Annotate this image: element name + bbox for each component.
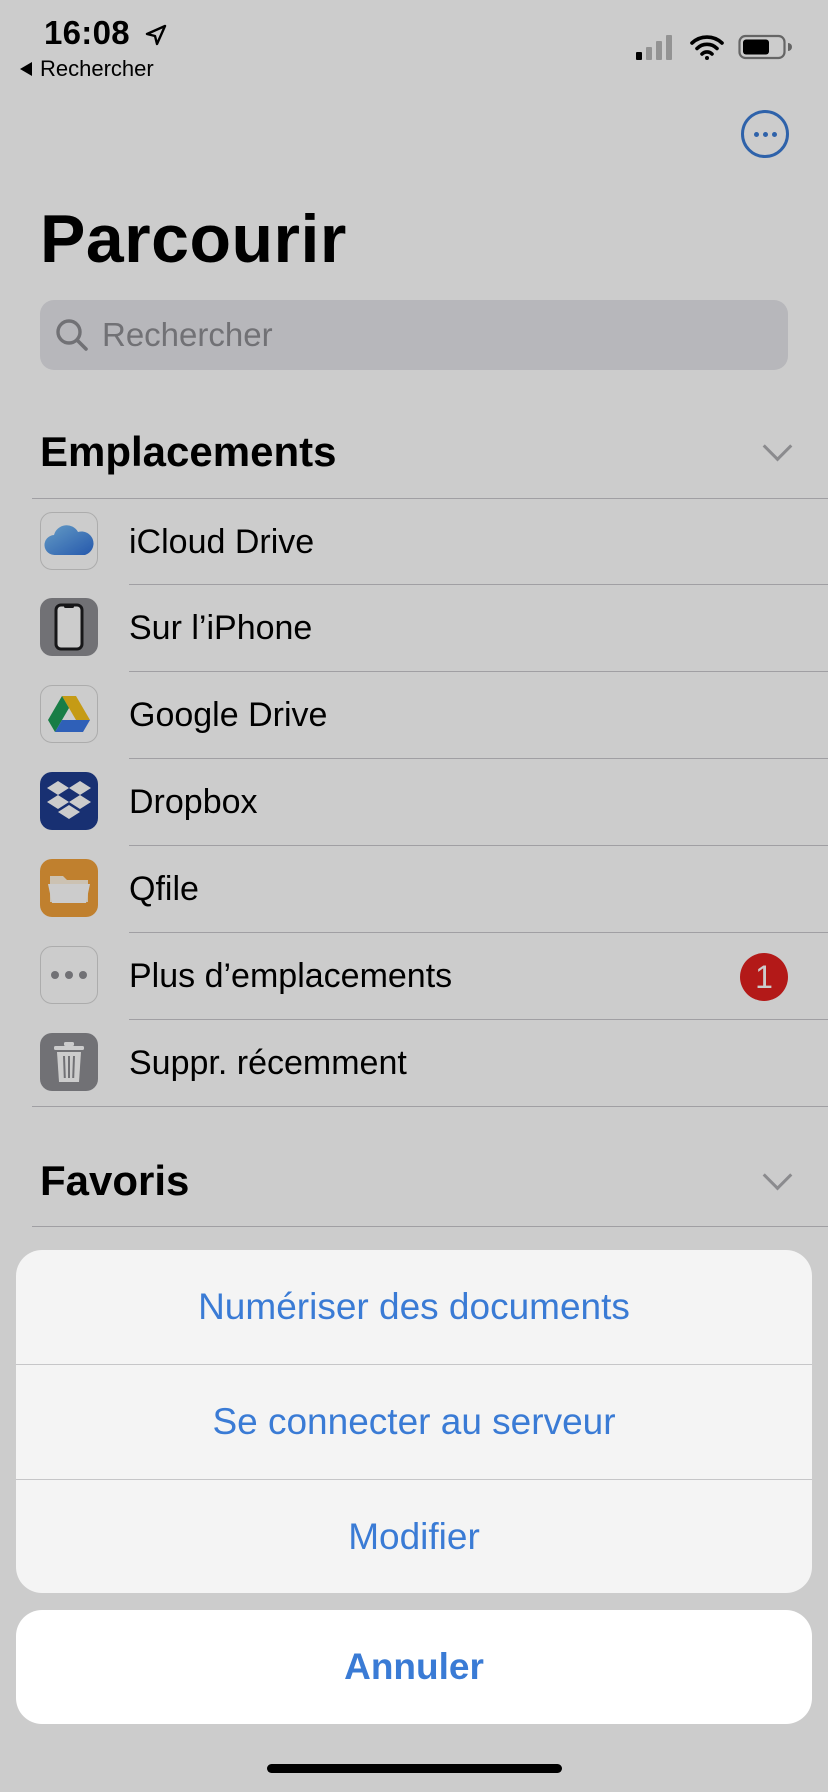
edit-button[interactable]: Modifier bbox=[16, 1480, 812, 1593]
cancel-button[interactable]: Annuler bbox=[16, 1610, 812, 1724]
home-indicator[interactable] bbox=[267, 1764, 562, 1773]
scan-documents-button[interactable]: Numériser des documents bbox=[16, 1250, 812, 1365]
connect-to-server-button[interactable]: Se connecter au serveur bbox=[16, 1365, 812, 1480]
action-sheet: Numériser des documents Se connecter au … bbox=[16, 1250, 812, 1593]
